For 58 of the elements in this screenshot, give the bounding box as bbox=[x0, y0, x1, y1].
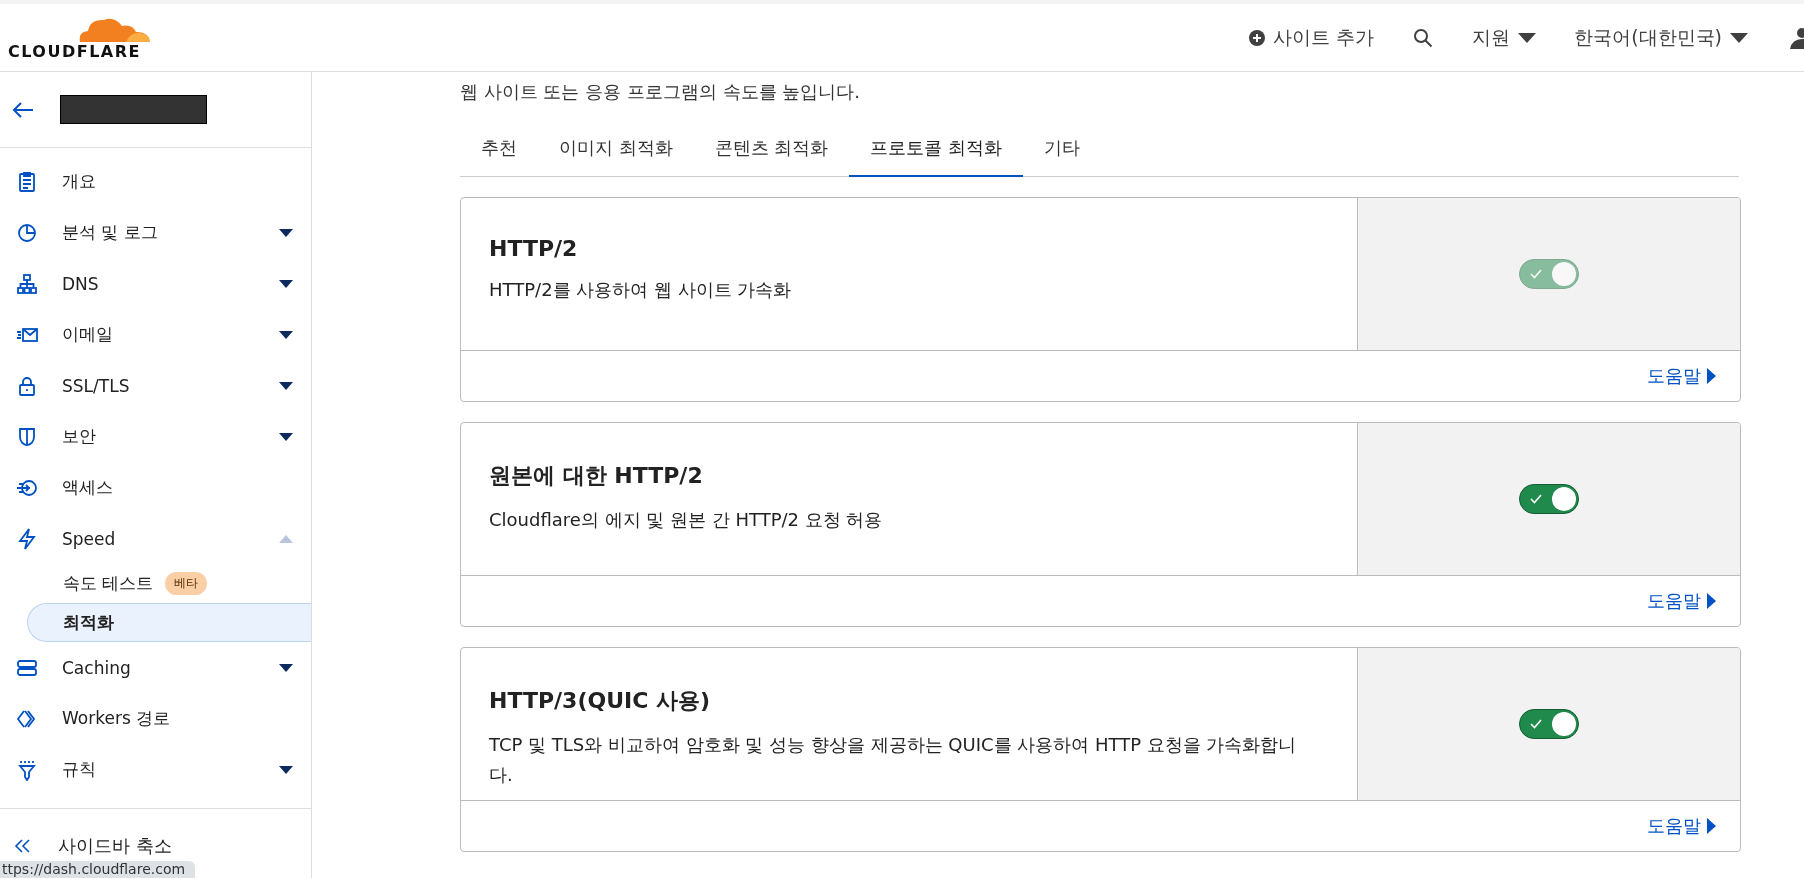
play-arrow-icon bbox=[1707, 593, 1716, 609]
page-subtitle: 웹 사이트 또는 응용 프로그램의 속도를 높입니다. bbox=[460, 80, 862, 104]
hierarchy-icon bbox=[16, 272, 38, 295]
add-site-button[interactable]: 사이트 추가 bbox=[1249, 24, 1375, 51]
subitem-label: 속도 테스트 bbox=[63, 572, 154, 595]
sidebar-item[interactable]: 보안 bbox=[0, 411, 311, 462]
cloudflare-logo[interactable]: CLOUDFLARE bbox=[0, 14, 158, 61]
back-arrow-icon[interactable] bbox=[12, 100, 34, 119]
collapse-sidebar-button[interactable]: 사이드바 축소 bbox=[0, 834, 172, 858]
card-description: HTTP/2를 사용하여 웹 사이트 가속화 bbox=[489, 278, 793, 302]
tab[interactable]: 프로토콜 최적화 bbox=[849, 124, 1024, 177]
toggle-switch[interactable] bbox=[1519, 709, 1579, 739]
sidebar-item[interactable]: SSL/TLS bbox=[0, 360, 311, 411]
search-icon[interactable] bbox=[1412, 26, 1435, 49]
tab[interactable]: 기타 bbox=[1023, 124, 1102, 177]
language-menu[interactable]: 한국어(대한민국) bbox=[1574, 24, 1748, 51]
tab[interactable]: 이미지 최적화 bbox=[538, 124, 694, 177]
help-link[interactable]: 도움말 bbox=[1647, 814, 1716, 838]
check-icon bbox=[1530, 719, 1542, 729]
sidebar-item[interactable]: Workers 경로 bbox=[0, 693, 311, 744]
card-title: 원본에 대한 HTTP/2 bbox=[489, 462, 704, 490]
support-menu[interactable]: 지원 bbox=[1472, 24, 1537, 51]
help-link[interactable]: 도움말 bbox=[1647, 589, 1716, 613]
caret-icon bbox=[1518, 32, 1537, 43]
shield-icon bbox=[16, 425, 38, 448]
sidebar-subitem[interactable]: 속도 테스트 베타 bbox=[27, 564, 311, 603]
card-title: HTTP/3(QUIC 사용) bbox=[489, 687, 712, 715]
subitem-label: 최적화 bbox=[63, 611, 114, 634]
sidebar-item[interactable]: 분석 및 로그 bbox=[0, 207, 311, 258]
sidebar-item[interactable]: DNS bbox=[0, 258, 311, 309]
funnel-icon bbox=[16, 758, 38, 781]
play-arrow-icon bbox=[1707, 818, 1716, 834]
beta-badge: 베타 bbox=[165, 572, 208, 595]
user-icon[interactable] bbox=[1790, 26, 1804, 49]
card-title: HTTP/2 bbox=[489, 236, 579, 261]
check-icon bbox=[1530, 494, 1542, 504]
toggle-switch[interactable] bbox=[1519, 484, 1579, 514]
sidebar-item[interactable]: 이메일 bbox=[0, 309, 311, 360]
clipboard-icon bbox=[16, 170, 38, 193]
double-chevron-icon bbox=[14, 839, 32, 853]
card-description: TCP 및 TLS와 비교하여 암호화 및 성능 향상을 제공하는 QUIC를 사용하여 HTTP 요청을 가속화합니다. bbox=[489, 733, 1298, 787]
tab[interactable]: 추천 bbox=[460, 124, 538, 177]
sidebar-item[interactable]: Caching bbox=[0, 642, 311, 693]
url-tooltip: ttps://dash.cloudflare.com bbox=[0, 861, 196, 878]
lock-icon bbox=[16, 374, 38, 397]
sidebar-subitem[interactable]: 최적화 bbox=[27, 603, 311, 642]
card-description: Cloudflare의 에지 및 원본 간 HTTP/2 요청 허용 bbox=[489, 508, 884, 532]
sidebar-item[interactable]: 개요 bbox=[0, 156, 311, 207]
play-arrow-icon bbox=[1707, 368, 1716, 384]
sidebar-item[interactable]: 규칙 bbox=[0, 744, 311, 795]
sidebar-item[interactable]: 액세스 bbox=[0, 462, 311, 513]
tab[interactable]: 콘텐츠 최적화 bbox=[693, 124, 850, 177]
sidebar-item[interactable]: Speed bbox=[0, 513, 311, 564]
pie-chart-icon bbox=[16, 221, 38, 244]
plus-circle-icon bbox=[1249, 29, 1266, 46]
check-icon bbox=[1530, 269, 1542, 279]
caret-icon bbox=[1730, 32, 1748, 43]
lightning-icon bbox=[16, 527, 38, 550]
